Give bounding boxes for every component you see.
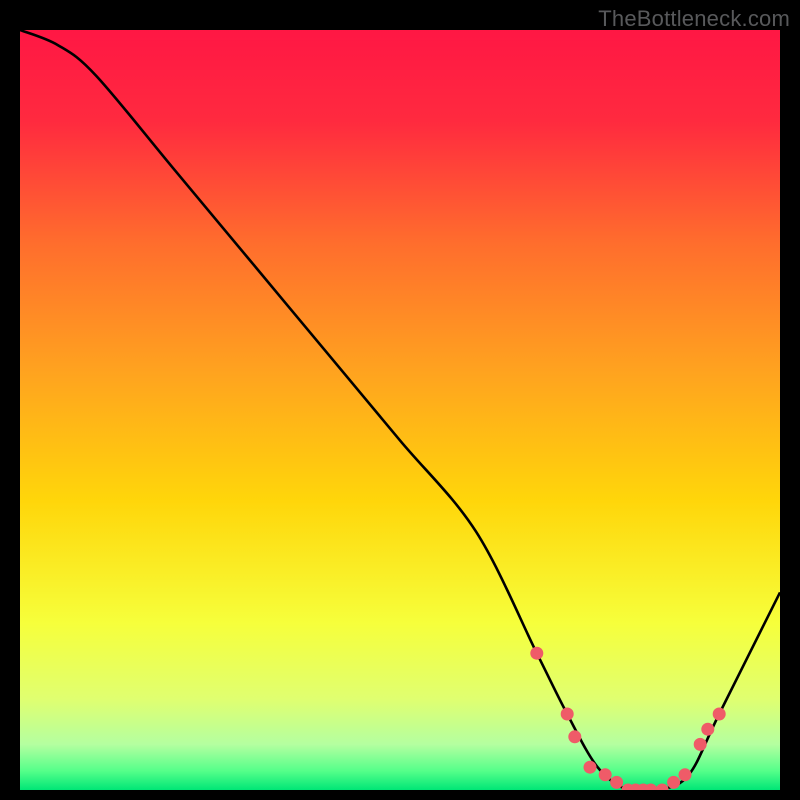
marker-point — [679, 769, 691, 781]
marker-point — [611, 776, 623, 788]
marker-point — [561, 708, 573, 720]
bottleneck-chart — [20, 30, 780, 790]
gradient-background — [20, 30, 780, 790]
marker-point — [694, 738, 706, 750]
marker-point — [584, 761, 596, 773]
marker-point — [569, 731, 581, 743]
marker-point — [599, 769, 611, 781]
marker-point — [713, 708, 725, 720]
marker-point — [702, 723, 714, 735]
marker-point — [668, 776, 680, 788]
marker-point — [531, 647, 543, 659]
chart-frame: TheBottleneck.com — [0, 0, 800, 800]
watermark-text: TheBottleneck.com — [598, 6, 790, 32]
